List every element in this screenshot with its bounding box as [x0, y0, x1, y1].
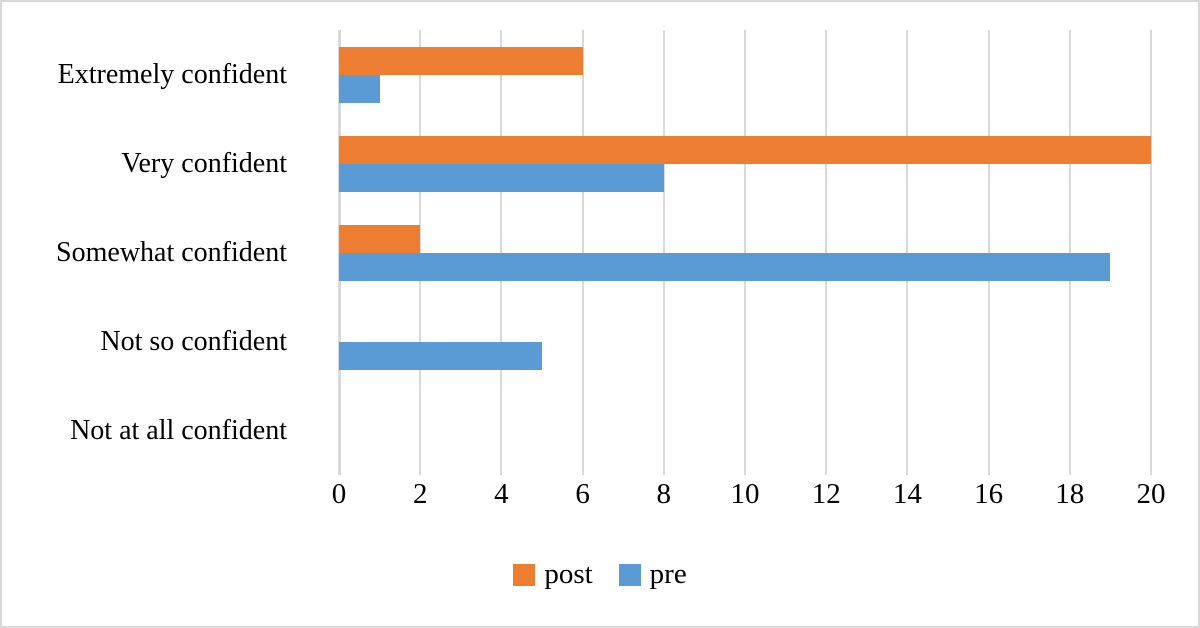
plot-area — [338, 30, 1152, 475]
bar-group — [339, 208, 1151, 297]
chart-figure: Extremely confident Very confident Somewha… — [0, 0, 1200, 628]
legend-swatch-icon — [513, 563, 536, 586]
bar-pre — [339, 163, 664, 192]
value-axis-tick-label: 16 — [974, 478, 1004, 510]
category-label: Not at all confident — [70, 414, 287, 446]
legend-swatch-icon — [618, 563, 641, 586]
value-axis-tick-label: 8 — [656, 478, 672, 510]
category-label: Extremely confident — [57, 58, 287, 90]
bar-pre — [339, 341, 542, 370]
value-axis-tick-label: 0 — [331, 478, 347, 510]
value-axis-tick-label: 4 — [494, 478, 509, 510]
bar-groups — [339, 30, 1151, 475]
bar-post — [339, 135, 1151, 164]
legend-item-pre[interactable]: pre — [618, 558, 687, 590]
legend-label: pre — [649, 558, 687, 590]
value-axis-tick-label: 18 — [1055, 478, 1085, 510]
bar-group — [339, 119, 1151, 208]
value-axis-tick-label: 2 — [412, 478, 428, 510]
legend-label: post — [544, 558, 593, 590]
value-axis-tick-label: 14 — [892, 478, 922, 510]
category-label: Very confident — [121, 147, 287, 179]
category-axis-labels: Extremely confident Very confident Somewha… — [2, 30, 314, 475]
value-axis-labels: 0 2 4 6 8 10 12 14 16 18 20 — [332, 478, 1166, 528]
value-axis-tick-label: 20 — [1136, 478, 1166, 510]
chart-legend: post pre — [2, 560, 1198, 589]
bar-post — [339, 46, 583, 75]
bar-group — [339, 30, 1151, 119]
bar-pre — [339, 74, 380, 103]
bar-pre — [339, 252, 1111, 281]
bar-post — [339, 224, 421, 253]
value-axis-tick-label: 12 — [811, 478, 841, 510]
value-axis-tick-label: 6 — [575, 478, 590, 510]
category-label: Not so confident — [100, 325, 287, 357]
value-axis-tick-label: 10 — [730, 478, 760, 510]
category-label: Somewhat confident — [56, 236, 287, 268]
legend-item-post[interactable]: post — [513, 558, 593, 590]
bar-group — [339, 386, 1151, 475]
bar-group — [339, 297, 1151, 386]
